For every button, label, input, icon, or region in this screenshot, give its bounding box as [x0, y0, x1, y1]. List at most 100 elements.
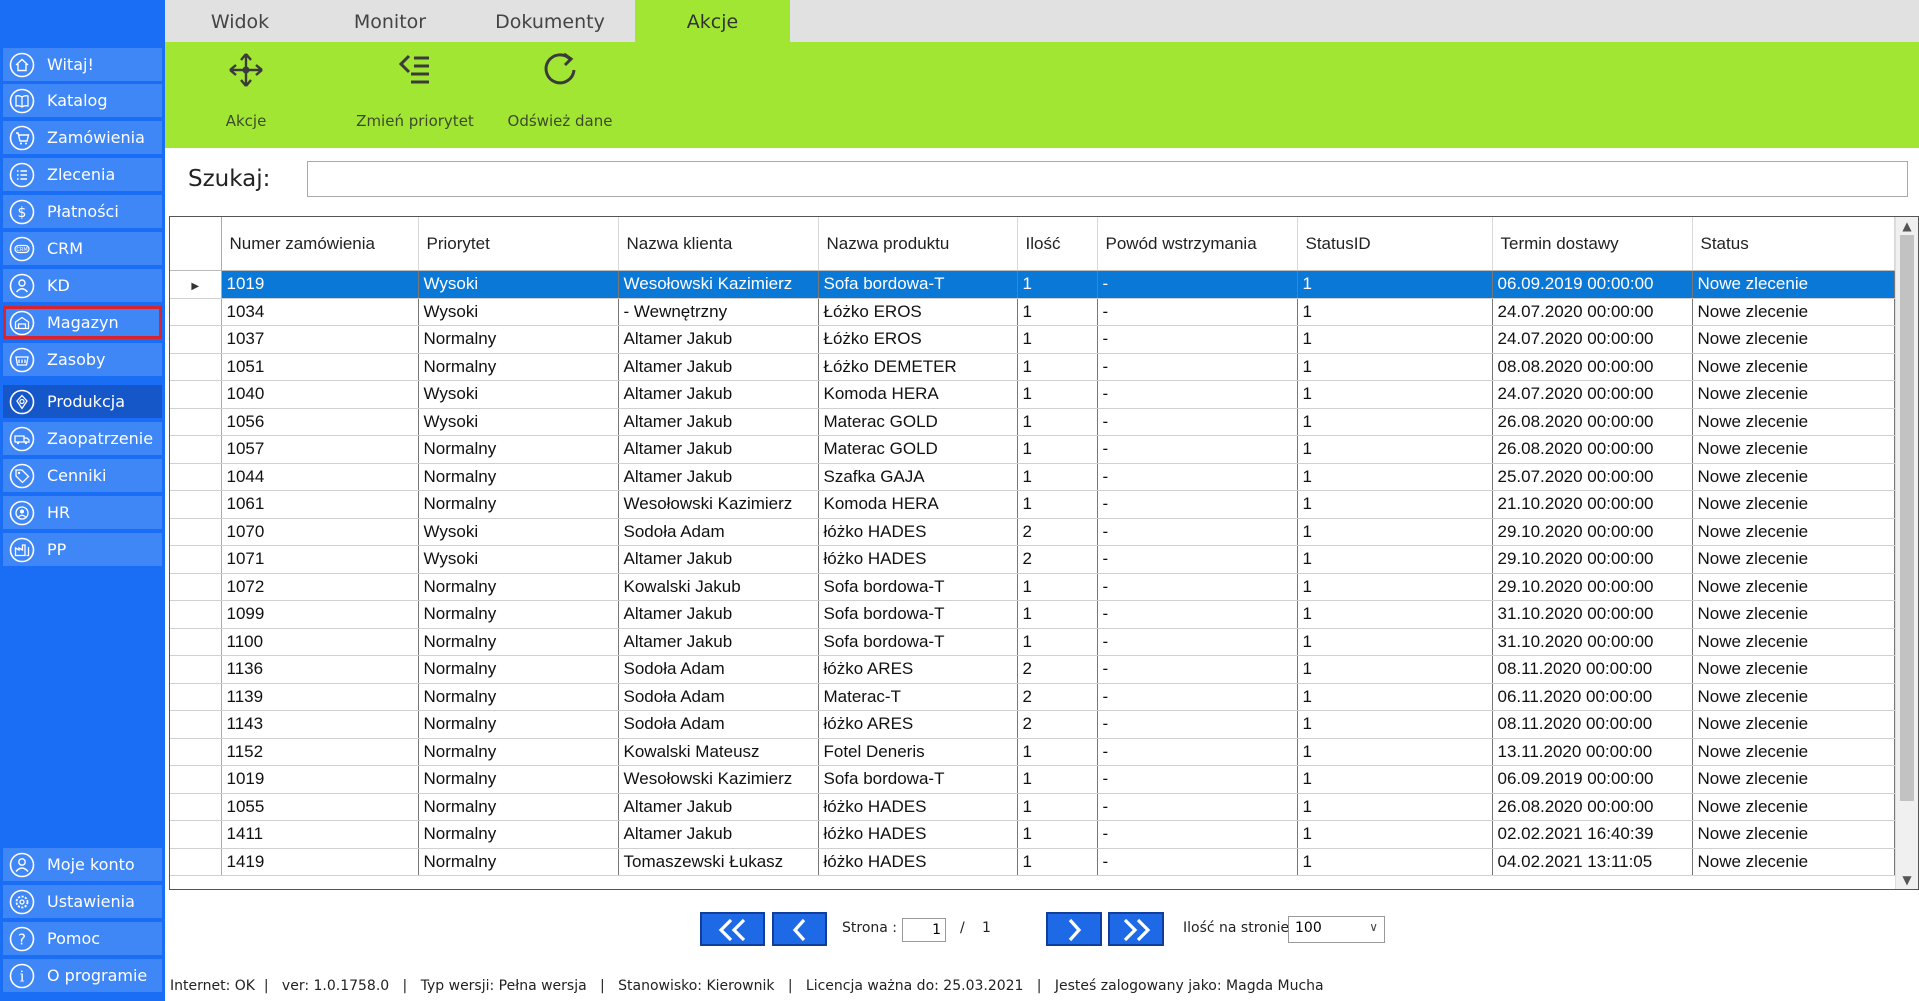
cell-priorytet[interactable]: Normalny	[418, 655, 619, 684]
table-row[interactable]: 1057 Normalny Altamer Jakub Materac GOLD 1-1…	[170, 435, 1895, 464]
row-selector[interactable]	[170, 820, 222, 849]
cell-klient[interactable]: Wesołowski Kazimierz	[618, 765, 819, 794]
cell-ilosc[interactable]: 1	[1017, 353, 1098, 381]
cell-ilosc[interactable]: 2	[1017, 545, 1098, 574]
cell-powod[interactable]: -	[1097, 463, 1298, 491]
col-header-powod[interactable]: Powód wstrzymania	[1097, 217, 1298, 271]
cell-statusid[interactable]: 1	[1297, 820, 1493, 849]
cell-status[interactable]: Nowe zlecenie	[1692, 435, 1895, 464]
cell-numer[interactable]: 1056	[221, 408, 419, 436]
cell-priorytet[interactable]: Normalny	[418, 573, 619, 601]
cell-numer[interactable]: 1055	[221, 793, 419, 821]
cell-ilosc[interactable]: 1	[1017, 298, 1098, 326]
cell-produkt[interactable]: łóżko HADES	[818, 545, 1018, 574]
sidebar-item-witaj[interactable]: Witaj!	[3, 48, 162, 81]
cell-statusid[interactable]: 1	[1297, 793, 1493, 821]
cell-produkt[interactable]: łóżko HADES	[818, 793, 1018, 821]
cell-termin[interactable]: 24.07.2020 00:00:00	[1492, 325, 1693, 354]
row-selector[interactable]	[170, 545, 222, 574]
cell-statusid[interactable]: 1	[1297, 298, 1493, 326]
scroll-up-icon[interactable]: ▲	[1896, 217, 1918, 235]
table-row[interactable]: ▶ 1019 Wysoki Wesołowski Kazimierz Sofa bord…	[170, 270, 1895, 299]
cell-status[interactable]: Nowe zlecenie	[1692, 848, 1895, 876]
cell-ilosc[interactable]: 1	[1017, 270, 1098, 299]
cell-numer[interactable]: 1040	[221, 380, 419, 409]
cell-ilosc[interactable]: 1	[1017, 628, 1098, 656]
cell-priorytet[interactable]: Normalny	[418, 325, 619, 354]
cell-ilosc[interactable]: 1	[1017, 408, 1098, 436]
odswiez-dane-button[interactable]: Odśwież dane	[500, 42, 620, 148]
sidebar-item-o-programie[interactable]: i O programie	[3, 959, 162, 992]
cell-ilosc[interactable]: 2	[1017, 518, 1098, 546]
cell-termin[interactable]: 24.07.2020 00:00:00	[1492, 380, 1693, 409]
cell-termin[interactable]: 08.11.2020 00:00:00	[1492, 710, 1693, 739]
cell-status[interactable]: Nowe zlecenie	[1692, 270, 1895, 299]
table-row[interactable]: 1071 Wysoki Altamer Jakub łóżko HADES 2-1 29.…	[170, 545, 1895, 574]
cell-status[interactable]: Nowe zlecenie	[1692, 655, 1895, 684]
table-row[interactable]: 1051 Normalny Altamer Jakub Łóżko DEMETER 1-…	[170, 353, 1895, 381]
cell-status[interactable]: Nowe zlecenie	[1692, 573, 1895, 601]
sidebar-item-hr[interactable]: HR	[3, 496, 162, 529]
cell-termin[interactable]: 26.08.2020 00:00:00	[1492, 408, 1693, 436]
cell-produkt[interactable]: Materac GOLD	[818, 408, 1018, 436]
cell-numer[interactable]: 1037	[221, 325, 419, 354]
cell-ilosc[interactable]: 1	[1017, 820, 1098, 849]
cell-produkt[interactable]: Łóżko EROS	[818, 298, 1018, 326]
cell-produkt[interactable]: łóżko ARES	[818, 655, 1018, 684]
row-selector[interactable]	[170, 573, 222, 601]
tab-dokumenty[interactable]: Dokumenty	[465, 0, 635, 42]
col-header-priorytet[interactable]: Priorytet	[418, 217, 619, 271]
cell-ilosc[interactable]: 1	[1017, 738, 1098, 766]
page-number-input[interactable]	[902, 918, 946, 942]
cell-statusid[interactable]: 1	[1297, 518, 1493, 546]
row-selector[interactable]	[170, 435, 222, 464]
tab-widok[interactable]: Widok	[165, 0, 315, 42]
cell-statusid[interactable]: 1	[1297, 435, 1493, 464]
cell-status[interactable]: Nowe zlecenie	[1692, 463, 1895, 491]
last-page-button[interactable]	[1108, 912, 1164, 946]
cell-statusid[interactable]: 1	[1297, 353, 1493, 381]
cell-priorytet[interactable]: Normalny	[418, 738, 619, 766]
cell-numer[interactable]: 1071	[221, 545, 419, 574]
cell-statusid[interactable]: 1	[1297, 848, 1493, 876]
cell-produkt[interactable]: łóżko HADES	[818, 518, 1018, 546]
table-row[interactable]: 1139 Normalny Sodoła Adam Materac-T 2-1 06.11…	[170, 683, 1895, 711]
cell-termin[interactable]: 08.11.2020 00:00:00	[1492, 655, 1693, 684]
cell-produkt[interactable]: Łóżko EROS	[818, 325, 1018, 354]
cell-numer[interactable]: 1072	[221, 573, 419, 601]
table-row[interactable]: 1019 Normalny Wesołowski Kazimierz Sofa bor…	[170, 765, 1895, 794]
cell-priorytet[interactable]: Wysoki	[418, 545, 619, 574]
table-row[interactable]: 1419 Normalny Tomaszewski Łukasz łóżko HADE…	[170, 848, 1895, 876]
cell-termin[interactable]: 26.08.2020 00:00:00	[1492, 435, 1693, 464]
cell-numer[interactable]: 1044	[221, 463, 419, 491]
col-header-klient[interactable]: Nazwa klienta	[618, 217, 819, 271]
table-row[interactable]: 1034 Wysoki - Wewnętrzny Łóżko EROS 1-1 24.07…	[170, 298, 1895, 326]
cell-status[interactable]: Nowe zlecenie	[1692, 353, 1895, 381]
cell-statusid[interactable]: 1	[1297, 600, 1493, 629]
cell-termin[interactable]: 04.02.2021 13:11:05	[1492, 848, 1693, 876]
cell-powod[interactable]: -	[1097, 380, 1298, 409]
cell-priorytet[interactable]: Normalny	[418, 435, 619, 464]
cell-statusid[interactable]: 1	[1297, 545, 1493, 574]
cell-priorytet[interactable]: Normalny	[418, 683, 619, 711]
sidebar-item-pp[interactable]: PP	[3, 533, 162, 566]
next-page-button[interactable]	[1046, 912, 1102, 946]
cell-termin[interactable]: 06.09.2019 00:00:00	[1492, 765, 1693, 794]
row-selector[interactable]	[170, 380, 222, 409]
cell-status[interactable]: Nowe zlecenie	[1692, 738, 1895, 766]
cell-numer[interactable]: 1061	[221, 490, 419, 519]
cell-powod[interactable]: -	[1097, 545, 1298, 574]
cell-klient[interactable]: Sodoła Adam	[618, 518, 819, 546]
cell-powod[interactable]: -	[1097, 848, 1298, 876]
row-selector[interactable]	[170, 848, 222, 876]
cell-status[interactable]: Nowe zlecenie	[1692, 490, 1895, 519]
sidebar-item-ustawienia[interactable]: Ustawienia	[3, 885, 162, 918]
cell-status[interactable]: Nowe zlecenie	[1692, 628, 1895, 656]
row-selector[interactable]	[170, 518, 222, 546]
row-selector[interactable]	[170, 325, 222, 354]
cell-status[interactable]: Nowe zlecenie	[1692, 380, 1895, 409]
table-row[interactable]: 1411 Normalny Altamer Jakub łóżko HADES 1-1 0…	[170, 820, 1895, 849]
cell-produkt[interactable]: Fotel Deneris	[818, 738, 1018, 766]
row-selector[interactable]	[170, 683, 222, 711]
cell-ilosc[interactable]: 1	[1017, 765, 1098, 794]
